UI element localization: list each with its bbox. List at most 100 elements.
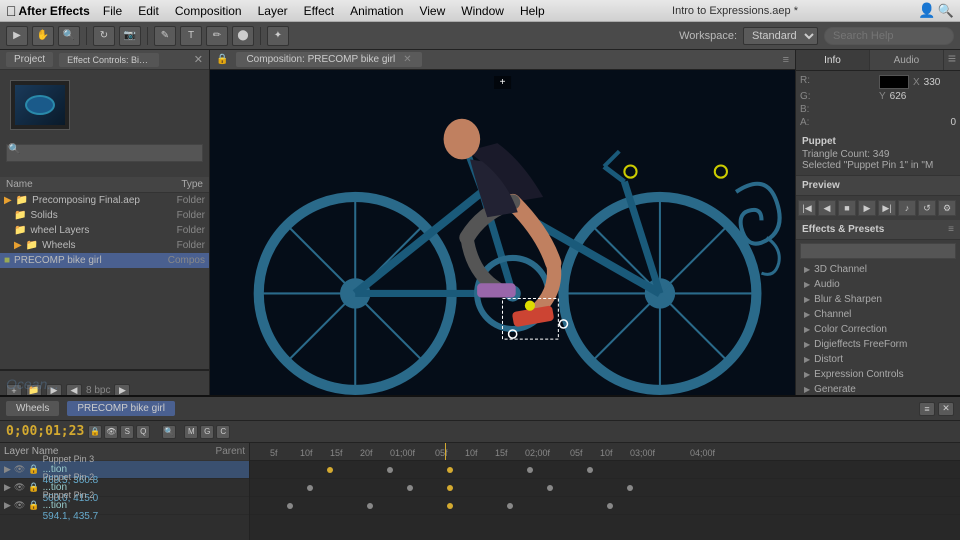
tl-graph-btn[interactable]: G <box>200 425 214 439</box>
preview-prev-btn[interactable]: ◀ <box>818 200 836 216</box>
text-tool[interactable]: T <box>180 26 202 46</box>
workspace-label: Workspace: <box>679 30 737 42</box>
effect-3d-channel[interactable]: ▶ 3D Channel <box>796 262 960 277</box>
effect-channel[interactable]: ▶ Channel <box>796 307 960 322</box>
preview-loop-btn[interactable]: ↺ <box>918 200 936 216</box>
effects-options-icon[interactable]: ≡ <box>948 224 954 235</box>
timeline-close-btn[interactable]: ✕ <box>938 402 954 416</box>
keyframe[interactable] <box>387 467 393 473</box>
keyframe[interactable] <box>407 485 413 491</box>
comp-tab-close[interactable]: ✕ <box>403 54 411 65</box>
right-panel-tabs: Info Audio ≡ <box>796 50 960 71</box>
effect-controls-tab[interactable]: Effect Controls: Biker Bo... <box>59 53 159 67</box>
list-item[interactable]: 📁 wheel Layers Folder <box>0 223 209 238</box>
timeline-option-btn[interactable]: ≡ <box>919 402 935 416</box>
tl-collapse-btn[interactable]: C <box>216 425 230 439</box>
menu-animation[interactable]: Animation <box>343 2 410 20</box>
camera-tool[interactable]: 📷 <box>119 26 141 46</box>
lock-icon2[interactable]: 🔒 <box>28 482 39 493</box>
list-item[interactable]: ▶ 📁 Wheels Folder <box>0 238 209 253</box>
preview-first-btn[interactable]: |◀ <box>798 200 816 216</box>
lock-icon3[interactable]: 🔒 <box>28 500 39 511</box>
tl-shy-btn[interactable]: 👁 <box>104 425 118 439</box>
puppet-tool[interactable]: ✦ <box>267 26 289 46</box>
menu-window[interactable]: Window <box>454 2 511 20</box>
keyframe[interactable] <box>627 485 633 491</box>
tl-motion-blur-btn[interactable]: M <box>184 425 198 439</box>
arrow-tool[interactable]: ▶ <box>6 26 28 46</box>
menu-composition[interactable]: Composition <box>168 2 249 20</box>
lock-icon[interactable]: 🔒 <box>28 464 39 475</box>
keyframe[interactable] <box>447 467 453 473</box>
keyframe[interactable] <box>327 467 333 473</box>
search-menu-icon[interactable]: 🔍 <box>938 3 954 19</box>
vis-icon[interactable]: 👁 <box>14 464 25 475</box>
menu-file[interactable]: File <box>96 2 129 20</box>
project-tab[interactable]: Project <box>6 52 53 67</box>
menu-help[interactable]: Help <box>513 2 552 20</box>
timeline-timecode[interactable]: 0;00;01;23 <box>6 424 84 439</box>
zoom-tool[interactable]: 🔍 <box>58 26 80 46</box>
info-tab[interactable]: Info <box>796 50 870 70</box>
list-item[interactable]: 📁 Solids Folder <box>0 208 209 223</box>
b-label: B: <box>800 104 877 115</box>
keyframe[interactable] <box>547 485 553 491</box>
preview-next-btn[interactable]: ▶| <box>878 200 896 216</box>
tl-quality-btn[interactable]: Q <box>136 425 150 439</box>
list-item[interactable]: ■ PRECOMP bike girl Compos <box>0 253 209 268</box>
effect-expression-controls[interactable]: ▶ Expression Controls <box>796 367 960 382</box>
toolbar: ▶ ✋ 🔍 ↻ 📷 ✎ T ✏ ⬤ ✦ Workspace: Standard <box>0 22 960 50</box>
preview-audio-btn[interactable]: ♪ <box>898 200 916 216</box>
keyframe[interactable] <box>447 485 453 491</box>
precomp-tab[interactable]: PRECOMP bike girl <box>67 401 175 416</box>
menu-edit[interactable]: Edit <box>131 2 166 20</box>
keyframe[interactable] <box>527 467 533 473</box>
preview-play-btn[interactable]: ▶ <box>858 200 876 216</box>
effect-digieffects[interactable]: ▶ Digieffects FreeForm <box>796 337 960 352</box>
menu-view[interactable]: View <box>412 2 452 20</box>
layer-expand-icon[interactable]: ▶ <box>4 464 11 475</box>
panel-menu-icon[interactable]: ≡ <box>783 54 789 66</box>
stamp-tool[interactable]: ⬤ <box>232 26 254 46</box>
menu-layer[interactable]: Layer <box>251 2 295 20</box>
effect-distort[interactable]: ▶ Distort <box>796 352 960 367</box>
layer-expand-icon[interactable]: ▶ <box>4 482 11 493</box>
keyframe[interactable] <box>367 503 373 509</box>
menu-effect[interactable]: Effect <box>297 2 341 20</box>
effect-color-correction[interactable]: ▶ Color Correction <box>796 322 960 337</box>
keyframe[interactable] <box>447 503 453 509</box>
brush-tool[interactable]: ✏ <box>206 26 228 46</box>
audio-tab[interactable]: Audio <box>870 50 944 70</box>
preview-settings-btn[interactable]: ⚙ <box>938 200 956 216</box>
playhead[interactable] <box>445 443 446 460</box>
keyframe[interactable] <box>287 503 293 509</box>
effect-label: Distort <box>814 354 843 365</box>
comp-viewer-tab[interactable]: Composition: PRECOMP bike girl ✕ <box>236 52 421 67</box>
effects-search-input[interactable] <box>800 243 956 259</box>
keyframe[interactable] <box>307 485 313 491</box>
puppet-title: Puppet <box>802 136 954 147</box>
tl-solo-btn[interactable]: S <box>120 425 134 439</box>
tl-search-btn[interactable]: 🔍 <box>162 425 176 439</box>
effect-blur-sharpen[interactable]: ▶ Blur & Sharpen <box>796 292 960 307</box>
keyframe[interactable] <box>587 467 593 473</box>
vis-icon3[interactable]: 👁 <box>14 500 25 511</box>
hand-tool[interactable]: ✋ <box>32 26 54 46</box>
search-help-input[interactable] <box>824 27 954 45</box>
effect-audio[interactable]: ▶ Audio <box>796 277 960 292</box>
rotate-tool[interactable]: ↻ <box>93 26 115 46</box>
panel-close-btn[interactable]: ✕ <box>194 53 203 66</box>
vis-icon2[interactable]: 👁 <box>14 482 25 493</box>
layer-expand-icon[interactable]: ▶ <box>4 500 11 511</box>
keyframe[interactable] <box>607 503 613 509</box>
tl-lock-btn[interactable]: 🔒 <box>88 425 102 439</box>
folder-icon4: ▶ <box>14 240 22 251</box>
workspace-select[interactable]: Standard <box>743 27 818 45</box>
preview-stop-btn[interactable]: ■ <box>838 200 856 216</box>
keyframe[interactable] <box>507 503 513 509</box>
layer-row[interactable]: ▶ 👁 🔒 Puppet Pin 2 ...tion 594.1, 435.7 <box>0 497 249 515</box>
wheels-tab[interactable]: Wheels <box>6 401 59 416</box>
list-item[interactable]: ▶ 📁 Precomposing Final.aep Folder <box>0 193 209 208</box>
pen-tool[interactable]: ✎ <box>154 26 176 46</box>
panel-options-icon[interactable]: ≡ <box>944 50 960 70</box>
